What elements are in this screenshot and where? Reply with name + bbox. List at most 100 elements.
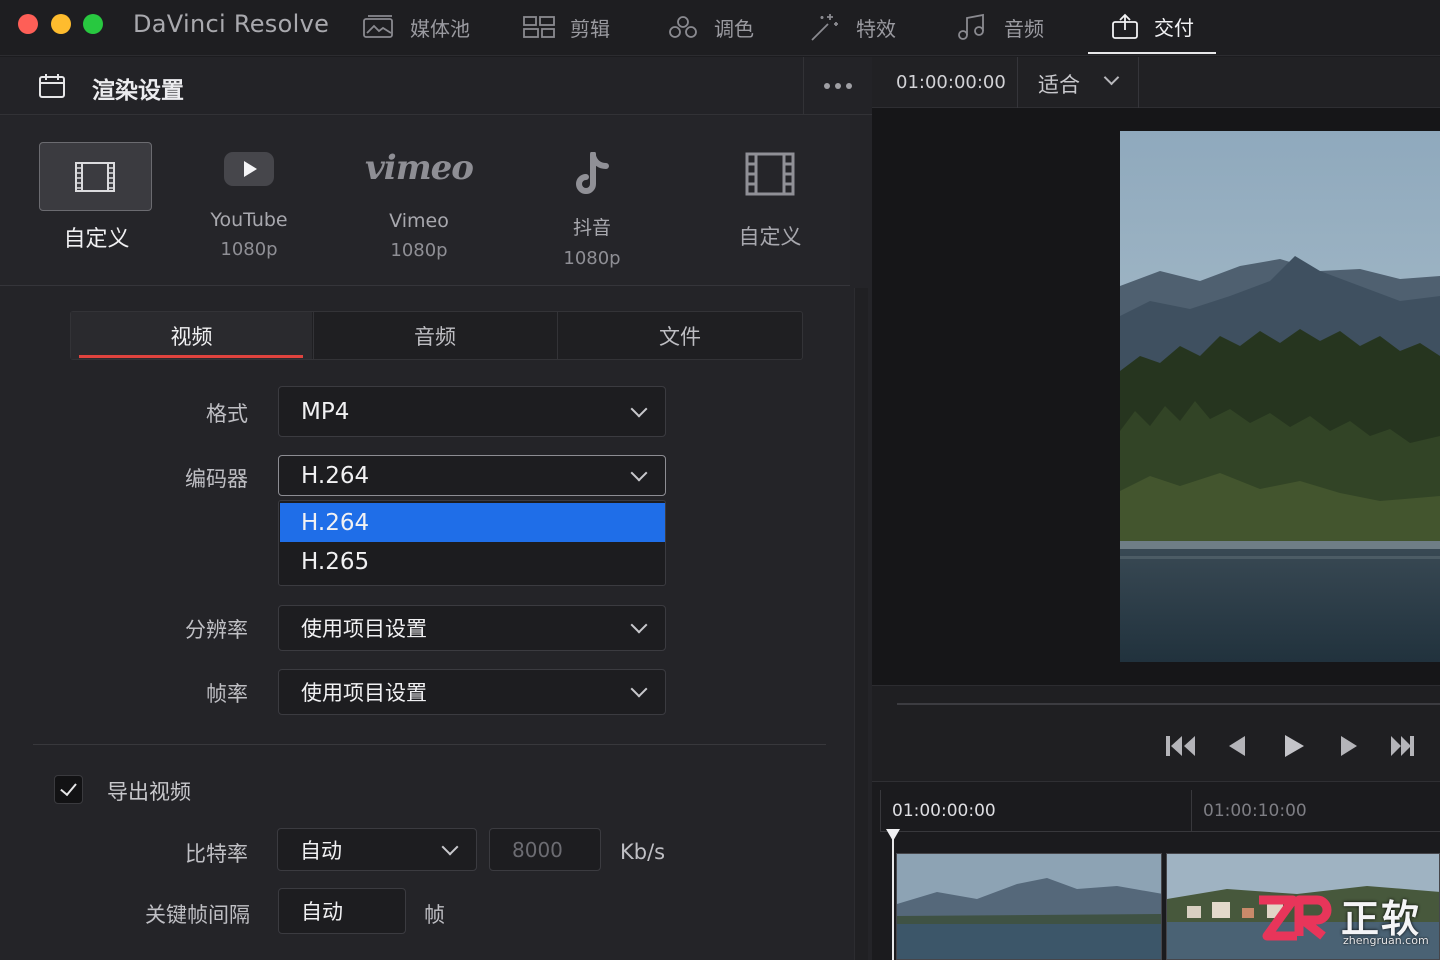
timeline-timecode: 01:00:10:00: [1203, 801, 1307, 821]
media-pool-icon: [363, 15, 393, 38]
nav-tab-color[interactable]: 调色: [666, 0, 754, 54]
scrubber[interactable]: [897, 703, 1440, 705]
playhead-handle[interactable]: [886, 829, 900, 841]
edit-icon: [523, 16, 555, 38]
play-icon[interactable]: [1282, 733, 1306, 759]
divider: [33, 744, 826, 745]
preset-douyin[interactable]: 抖音 1080p: [540, 151, 644, 269]
nav-tab-effects[interactable]: 特效: [808, 0, 896, 54]
deliver-icon: [1112, 13, 1138, 39]
app-title: DaVinci Resolve: [133, 10, 330, 38]
playhead[interactable]: [892, 832, 894, 960]
nav-tab-label: 媒体池: [410, 16, 470, 41]
divider: [1017, 57, 1018, 108]
keyframe-unit: 帧: [424, 903, 445, 927]
chevron-down-icon: [441, 838, 459, 855]
codec-option-h264[interactable]: H.264: [280, 503, 665, 542]
nav-tab-deliver[interactable]: 交付: [1088, 0, 1216, 54]
divider: [1138, 57, 1139, 108]
preset-custom-tile[interactable]: [39, 142, 152, 211]
nav-tab-label: 交付: [1154, 15, 1194, 40]
settings-tabs: 视频 音频 文件: [70, 311, 803, 360]
watermark-site: zhengruan.com: [1343, 934, 1429, 947]
panel-scrollbar[interactable]: [854, 288, 868, 960]
resolution-label: 分辨率: [185, 618, 248, 642]
keyframe-label: 关键帧间隔: [145, 903, 250, 927]
codec-select[interactable]: H.264: [278, 455, 666, 496]
preset-label: 抖音: [572, 217, 611, 239]
chevron-down-icon: [630, 400, 648, 417]
maximize-window-button[interactable]: [83, 14, 103, 34]
nav-tab-label: 音频: [1004, 16, 1044, 41]
format-select[interactable]: MP4: [278, 386, 666, 437]
audio-icon: [958, 13, 984, 40]
preset-label: Vimeo: [389, 210, 449, 232]
active-tab-indicator: [79, 355, 303, 358]
nav-tab-media[interactable]: 媒体池: [362, 0, 470, 54]
preset-custom-label: 自定义: [63, 227, 130, 252]
step-back-icon[interactable]: [1226, 733, 1248, 759]
effects-icon: [811, 14, 838, 41]
render-settings-icon: [39, 74, 65, 98]
panel-title: 渲染设置: [92, 78, 184, 104]
framerate-select[interactable]: 使用项目设置: [278, 669, 666, 715]
codec-value: H.264: [301, 462, 370, 489]
preset-sub-label: 1080p: [563, 248, 621, 269]
vimeo-logo: vimeo: [365, 148, 474, 188]
video-preview: [1120, 131, 1440, 662]
chevron-down-icon: [630, 464, 648, 481]
ruler-tick: [1191, 790, 1192, 832]
nav-tab-label: 剪辑: [570, 16, 610, 41]
viewer-timecode: 01:00:00:00: [896, 72, 1006, 93]
resolution-select[interactable]: 使用项目设置: [278, 605, 666, 651]
framerate-label: 帧率: [206, 682, 248, 706]
preset-sub-label: 1080p: [220, 239, 278, 260]
preset-custom-2[interactable]: 自定义: [720, 152, 820, 251]
chevron-down-icon: [630, 616, 648, 634]
preset-label: 自定义: [738, 225, 802, 249]
minimize-window-button[interactable]: [51, 14, 71, 34]
bitrate-mode-select[interactable]: 自动: [277, 828, 477, 871]
film-strip-icon: [745, 152, 795, 196]
watermark-logo: [1259, 895, 1332, 941]
framerate-value: 使用项目设置: [301, 681, 427, 705]
nav-tab-label: 调色: [714, 16, 754, 41]
format-value: MP4: [301, 398, 350, 425]
more-options-button[interactable]: [803, 57, 872, 115]
preset-youtube[interactable]: YouTube 1080p: [190, 150, 308, 260]
timeline-clip[interactable]: [896, 853, 1162, 960]
codec-label: 编码器: [185, 467, 248, 491]
tab-video[interactable]: 视频: [71, 312, 312, 359]
nav-tab-audio[interactable]: 音频: [956, 0, 1044, 54]
export-video-label: 导出视频: [107, 780, 191, 804]
zoom-select[interactable]: 适合: [1038, 69, 1080, 99]
nav-tab-edit[interactable]: 剪辑: [522, 0, 610, 54]
close-window-button[interactable]: [18, 14, 38, 34]
codec-dropdown: H.264 H.265: [278, 500, 666, 586]
more-icon: [824, 83, 830, 89]
codec-option-h265[interactable]: H.265: [280, 542, 665, 581]
watermark: 正软 zhengruan.com: [1255, 888, 1440, 960]
top-bar: DaVinci Resolve 媒体池 剪辑 调色 特效 音频 交付: [0, 0, 1440, 56]
tiktok-icon: [576, 151, 609, 194]
tab-file[interactable]: 文件: [557, 312, 802, 359]
keyframe-input[interactable]: 自动: [278, 888, 406, 934]
preset-sub-label: 1080p: [390, 240, 448, 261]
preset-vimeo[interactable]: vimeo Vimeo 1080p: [355, 150, 483, 261]
color-icon: [669, 16, 697, 38]
export-video-checkbox[interactable]: [54, 775, 83, 804]
go-to-start-icon[interactable]: [1165, 733, 1197, 759]
step-forward-icon[interactable]: [1338, 733, 1360, 759]
resolution-value: 使用项目设置: [301, 617, 427, 641]
format-label: 格式: [206, 402, 248, 426]
timeline-timecode: 01:00:00:00: [892, 801, 996, 821]
bitrate-input[interactable]: 8000: [489, 828, 601, 871]
tab-audio[interactable]: 音频: [313, 312, 556, 359]
go-to-end-icon[interactable]: [1389, 733, 1415, 759]
youtube-icon: [224, 152, 274, 186]
bitrate-mode-value: 自动: [300, 838, 342, 863]
chevron-down-icon: [630, 680, 648, 698]
film-icon: [75, 162, 115, 192]
bitrate-unit: Kb/s: [620, 840, 666, 864]
nav-tab-label: 特效: [856, 16, 896, 41]
